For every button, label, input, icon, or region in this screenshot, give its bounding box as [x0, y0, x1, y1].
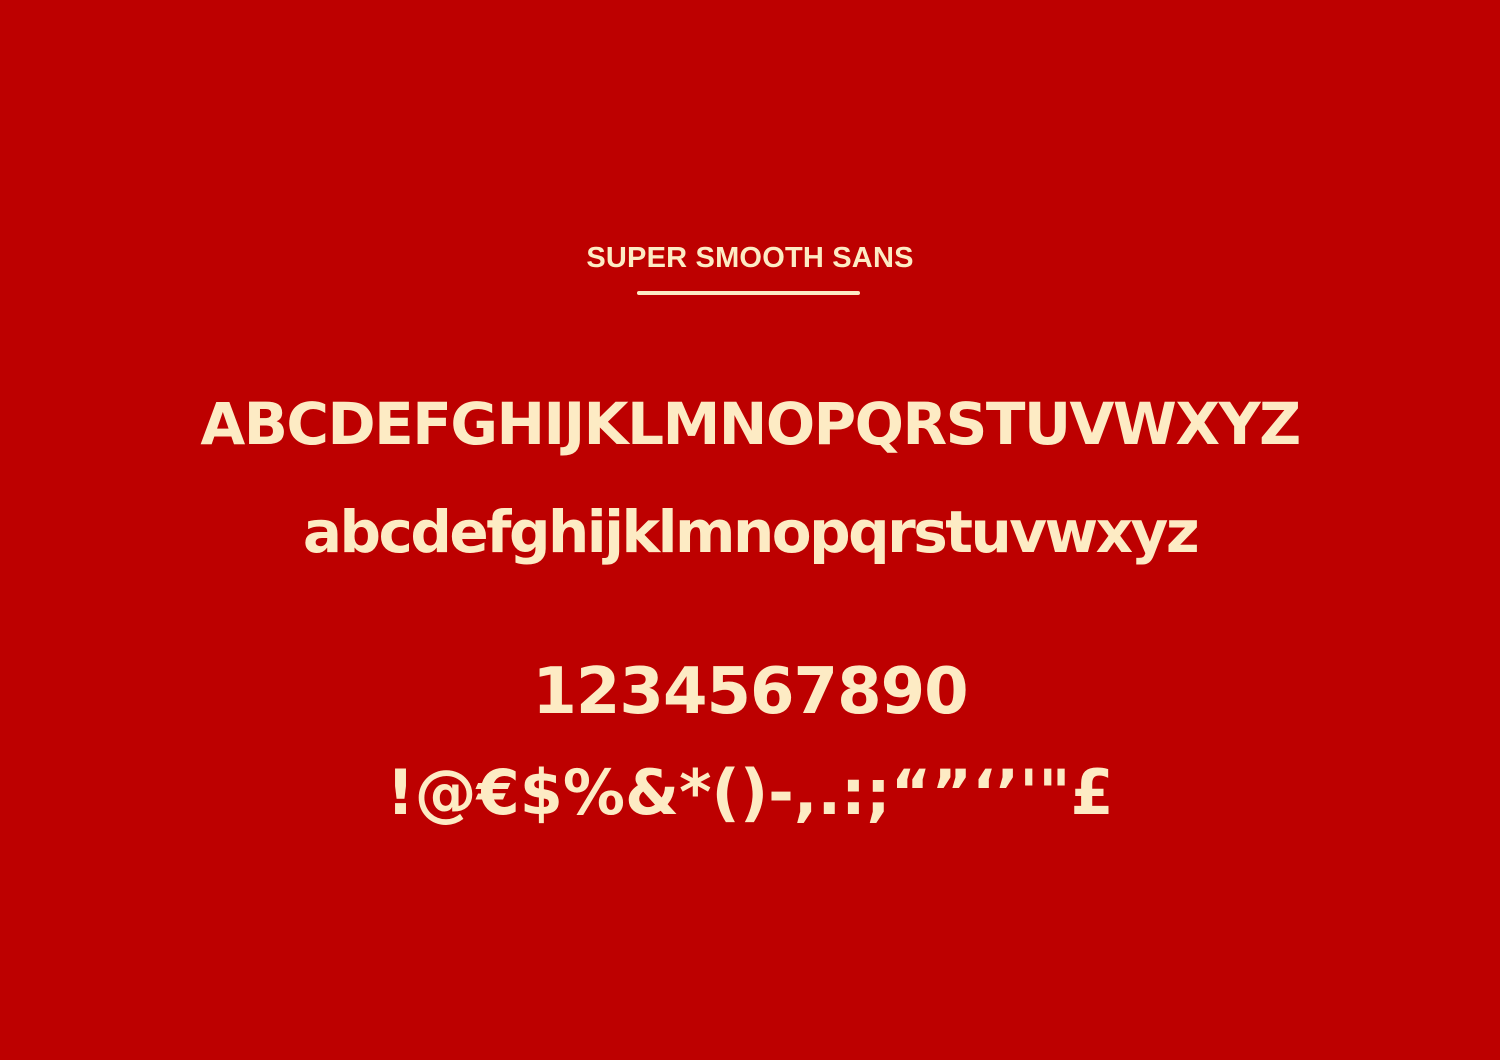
- font-name-title: SUPER SMOOTH SANS: [586, 242, 914, 274]
- uppercase-alphabet: ABCDEFGHIJKLMNOPQRSTUVWXYZ: [200, 390, 1301, 458]
- title-underline-divider: [637, 291, 860, 295]
- numerals-row: 1234567890: [532, 655, 968, 729]
- font-specimen: SUPER SMOOTH SANS ABCDEFGHIJKLMNOPQRSTUV…: [0, 0, 1500, 1060]
- symbols-row: !@€$%&*()-,.:;“”‘’'"£: [386, 756, 1114, 829]
- lowercase-alphabet: abcdefghijklmnopqrstuvwxyz: [302, 498, 1200, 566]
